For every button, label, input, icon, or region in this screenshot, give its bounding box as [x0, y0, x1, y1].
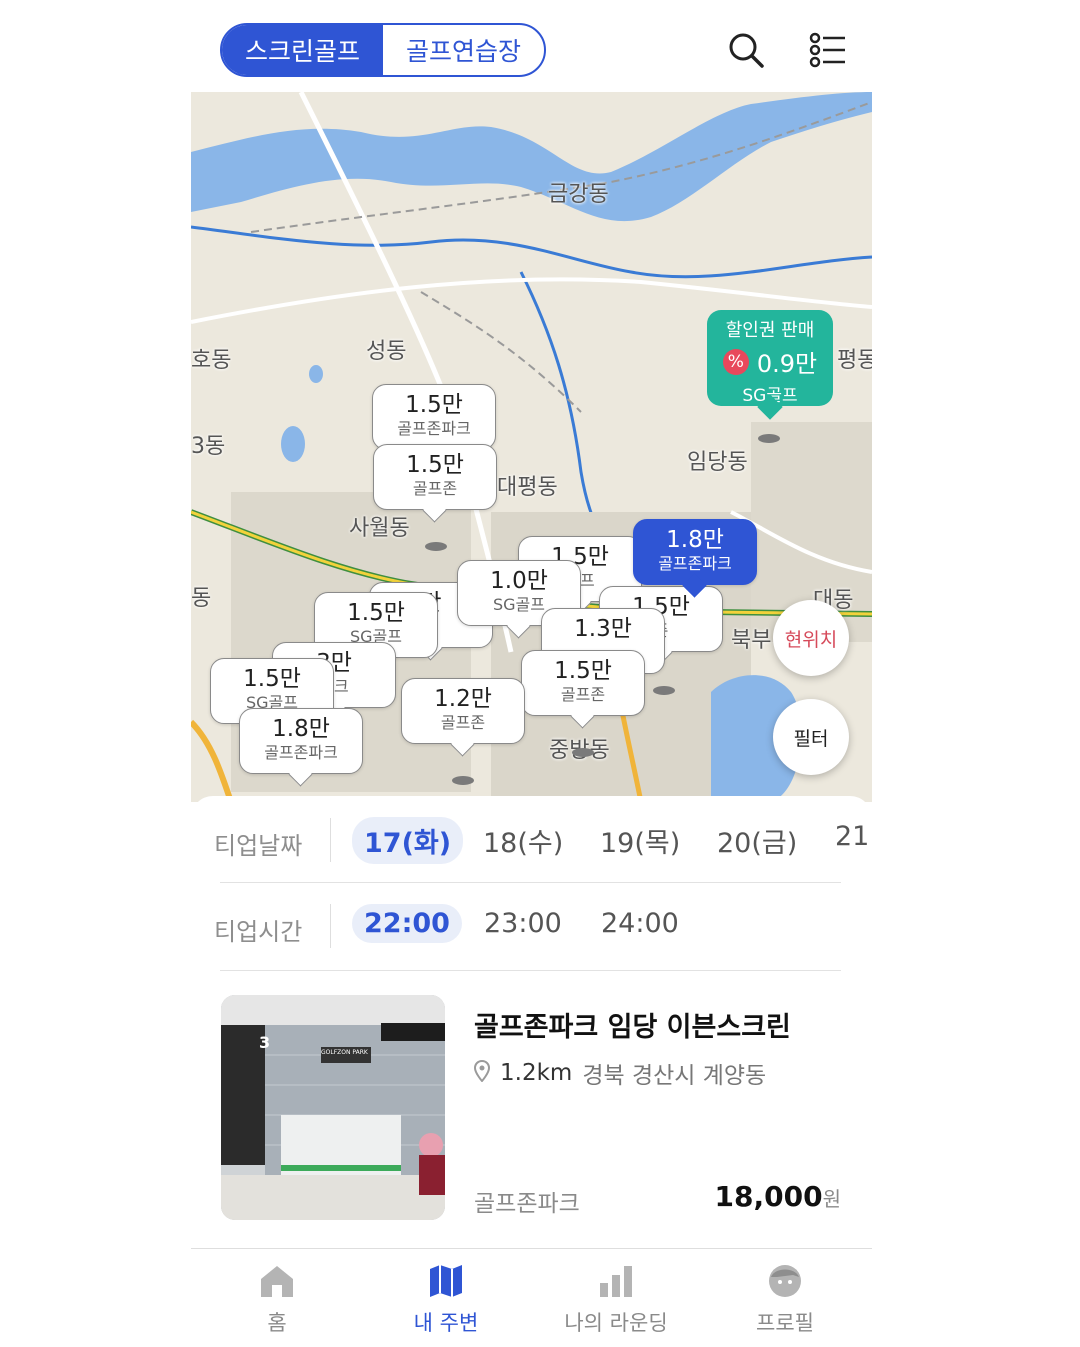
promo-badge-text: 할인권 판매: [725, 320, 815, 341]
percent-icon: %: [722, 348, 749, 375]
venue-marker-dot: [452, 776, 474, 785]
promo-price: 0.9만: [756, 350, 818, 378]
bar-chart-icon: [596, 1266, 636, 1303]
venue-brand: 골프존파크: [474, 1191, 580, 1217]
divider: [330, 904, 331, 948]
venue-marker-dot: [425, 542, 447, 551]
filter-button[interactable]: 필터: [773, 699, 849, 775]
segment-screen-golf[interactable]: 스크린골프: [222, 25, 383, 75]
price-unit: 원: [822, 1187, 841, 1211]
segment-driving-range[interactable]: 골프연습장: [383, 25, 544, 75]
area-label: 임당동: [687, 450, 748, 475]
venue-title[interactable]: 골프존파크 임당 이븐스크린: [474, 1005, 791, 1044]
date-chip[interactable]: 19(목): [600, 821, 680, 860]
location-pin-icon: [473, 1059, 491, 1086]
date-chip[interactable]: 21: [835, 821, 869, 852]
map-view[interactable]: 금강동 성동 임당동 대평동 사월동 북부 중방동 대동 3동 호동 동 평동 …: [191, 92, 872, 802]
venue-distance: 1.2km: [500, 1060, 573, 1086]
teeup-time-label: 티업시간: [214, 918, 303, 946]
venue-location: 1.2km 경북 경산시 계양동: [473, 1056, 767, 1090]
divider: [220, 970, 841, 971]
venue-photo[interactable]: 3 GOLFZON PARK: [221, 995, 445, 1220]
area-label: 금강동: [548, 182, 609, 207]
home-icon: [257, 1266, 297, 1303]
map-icon: [426, 1265, 466, 1303]
time-chip-selected[interactable]: 22:00: [352, 904, 462, 943]
divider: [330, 818, 331, 862]
sign-text: GOLFZON PARK: [321, 1049, 368, 1056]
profile-icon: [765, 1265, 805, 1303]
venue-address: 경북 경산시 계양동: [582, 1063, 767, 1089]
divider: [220, 882, 841, 883]
area-label: 호동: [191, 348, 232, 373]
tab-home[interactable]: 홈: [207, 1263, 347, 1337]
venue-price-pin[interactable]: 1.5만 골프존: [373, 444, 497, 510]
area-label: 평동: [837, 348, 872, 373]
date-chip[interactable]: 18(수): [483, 821, 563, 860]
venue-price-pin[interactable]: 1.2만 골프존: [401, 678, 525, 744]
floor-number: 3: [259, 1033, 271, 1052]
venue-type-toggle: 스크린골프 골프연습장: [220, 23, 546, 77]
promo-venue-name: SG골프: [742, 386, 798, 406]
area-label: 대평동: [497, 475, 558, 500]
area-label: 사월동: [349, 516, 410, 541]
discount-promo-pin[interactable]: 할인권 판매 % 0.9만 SG골프: [707, 310, 833, 406]
time-chip[interactable]: 24:00: [601, 908, 679, 939]
venue-marker-dot: [653, 686, 675, 695]
venue-price-pin[interactable]: 1.5만 골프존파크: [372, 384, 496, 450]
date-chip[interactable]: 20(금): [717, 821, 797, 860]
area-label: 동: [191, 586, 212, 611]
time-chip[interactable]: 23:00: [484, 908, 562, 939]
area-label: 북부: [731, 628, 772, 653]
tab-nearby[interactable]: 내 주변: [376, 1263, 516, 1337]
venue-price: 18,000원: [700, 1180, 841, 1213]
date-chip-selected[interactable]: 17(화): [352, 817, 464, 864]
area-label: 3동: [191, 434, 226, 459]
price-amount: 18,000: [714, 1180, 823, 1213]
tab-profile[interactable]: 프로필: [715, 1263, 855, 1337]
venue-price-pin[interactable]: 1.8만 골프존파크: [239, 708, 363, 774]
tab-my-rounding[interactable]: 나의 라운딩: [546, 1263, 686, 1337]
search-icon[interactable]: [724, 28, 768, 72]
venue-price-pin[interactable]: 1.5만 골프존: [521, 650, 645, 716]
venue-marker-dot: [572, 748, 594, 757]
current-location-button[interactable]: 현위치: [773, 600, 849, 676]
venue-marker-dot: [758, 434, 780, 443]
list-menu-icon[interactable]: [806, 28, 850, 72]
bottom-tab-bar: 홈 내 주변 나의 라운딩 프로필: [191, 1248, 872, 1347]
selected-venue-pin[interactable]: 1.8만 골프존파크: [633, 519, 757, 585]
teeup-date-label: 티업날짜: [214, 832, 303, 860]
area-label: 성동: [366, 339, 407, 364]
